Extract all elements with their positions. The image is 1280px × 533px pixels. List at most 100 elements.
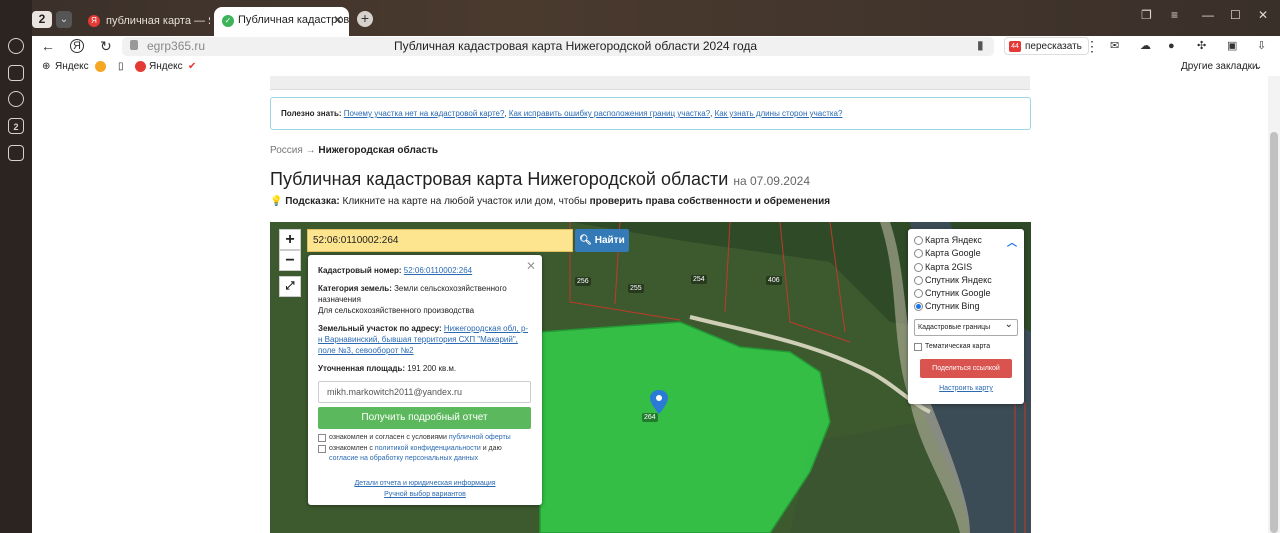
find-button[interactable]: 🔍︎ Найти [575,229,629,252]
other-bookmarks[interactable]: Другие закладки [1181,60,1258,73]
plot-label[interactable]: 256 [575,277,591,286]
more-icon[interactable]: ⋮ [1085,38,1099,54]
tab-egrp-active[interactable]: ✓ Публичная кадастров ✕ [214,7,349,36]
configure-map-link[interactable]: Настроить карту [914,385,1018,392]
layer-type-select[interactable]: Кадастровые границы [914,317,1018,336]
url-text[interactable]: egrp365.ru [147,39,205,53]
layer-option-bing-sat[interactable]: Спутник Bing [914,300,1018,313]
mail-icon[interactable]: ✉ [1110,38,1119,54]
agree-offer-checkbox[interactable]: ознакомлен и согласен с условиями публич… [318,433,532,443]
yandex-home-icon[interactable]: Я [70,39,84,53]
info-link-1[interactable]: Почему участка нет на кадастровой карте? [344,109,505,118]
layer-option-yandex-map[interactable]: Карта Яндекс [914,234,1018,247]
plot-label[interactable]: 254 [691,275,707,284]
back-icon[interactable]: ← [41,38,55,54]
radio-icon[interactable] [914,289,923,299]
page-heading: Публичная кадастровая карта Нижегородско… [270,169,810,190]
bookmark-check-icon[interactable]: ✔ [188,60,196,73]
tabs-chevron-icon[interactable]: ⌄ [56,11,72,28]
weather-icon[interactable]: ☁ [1140,38,1151,54]
browser-tab-bar: 2 ⌄ Я публичная карта — Яндекс ✓ Публичн… [0,0,1280,36]
lightbulb-icon: 💡 [270,196,283,207]
radio-icon[interactable] [914,249,923,259]
zoom-out-button[interactable]: − [279,250,301,271]
details-link[interactable]: Детали отчета и юридическая информация [354,480,495,487]
history-icon[interactable] [8,38,24,54]
translate-icon[interactable]: ▣ [1227,38,1237,54]
bookmark-dot-icon[interactable] [95,61,106,72]
agree-privacy-checkbox[interactable]: ознакомлен с политикой конфиденциальност… [318,444,532,464]
notes-icon[interactable] [8,65,24,81]
bookmark-page-icon[interactable]: ▯ [118,60,124,73]
cadastral-search-input[interactable]: 52:06:0110002:264 [307,229,573,252]
hint-label: Подсказка: [285,196,340,207]
checkbox-box[interactable] [318,445,326,453]
menu-icon[interactable]: ≡ [1171,8,1178,22]
minimize-icon[interactable]: — [1202,8,1214,22]
heading-date: на 07.09.2024 [733,174,811,188]
collections-icon[interactable]: ❐ [1141,8,1152,22]
category-use: Для сельскохозяйственного производства [318,306,475,315]
info-prefix: Полезно знать: [281,109,342,118]
bookmark-yandex-plus-icon[interactable]: ⊕ [42,60,50,73]
reload-icon[interactable]: ↻ [100,38,112,54]
close-window-icon[interactable]: ✕ [1258,8,1268,22]
alice-icon[interactable]: ● [1168,38,1175,54]
bookmark-yandex-icon [135,61,146,72]
radio-icon[interactable] [914,262,923,272]
thematic-map-checkbox[interactable]: Тематическая карта [914,342,1018,352]
cadastral-map[interactable]: 256 255 254 406 264 + − ⤢ 52:06:0110002:… [270,222,1031,533]
layer-label: Карта Яндекс [925,235,982,245]
radio-selected-icon[interactable] [914,302,923,312]
bookmark-icon[interactable]: ▮ [977,38,984,52]
layer-label: Карта Google [925,248,981,259]
share-link-button[interactable]: Поделиться ссылкой [920,358,1012,378]
checkbox-box[interactable] [914,342,922,351]
cad-link[interactable]: 52:06:0110002:264 [404,266,472,275]
category-label: Категория земель: [318,284,392,293]
close-tab-icon[interactable]: ✕ [333,7,343,34]
category-row: Категория земель: Земли сельскохозяйстве… [318,283,532,316]
bookmark-yandex-1[interactable]: Яндекс [55,60,89,73]
retell-button[interactable]: 44 пересказать [1004,37,1089,55]
breadcrumb-root[interactable]: Россия [270,145,303,156]
screenshot-icon[interactable] [8,145,24,161]
info-link-2[interactable]: Как исправить ошибку расположения границ… [509,109,710,118]
tab-yandex-search[interactable]: Я публичная карта — Яндекс [82,8,210,34]
consent-link[interactable]: согласие на обработку персональных данны… [329,455,478,462]
popup-links: Детали отчета и юридическая информация Р… [318,478,532,500]
scrollbar-thumb[interactable] [1270,132,1278,533]
fullscreen-icon[interactable]: ⤢ [279,276,301,297]
tab-count-side-icon[interactable]: 2 [8,118,24,134]
radio-icon[interactable] [914,275,923,285]
radio-icon[interactable] [914,236,923,245]
area-value: 191 200 кв.м. [407,364,457,373]
new-tab-icon[interactable]: + [357,11,373,27]
layer-option-2gis-map[interactable]: Карта 2GIS [914,261,1018,274]
map-pin-icon[interactable] [650,390,668,414]
plot-label[interactable]: 406 [766,276,782,285]
tab-count-badge[interactable]: 2 [32,11,52,28]
info-link-3[interactable]: Как узнать длины сторон участка? [715,109,843,118]
checkbox-box[interactable] [318,434,326,442]
layer-option-yandex-sat[interactable]: Спутник Яндекс [914,274,1018,287]
maximize-icon[interactable]: ☐ [1230,8,1241,22]
zoom-in-button[interactable]: + [279,229,301,250]
extensions-icon[interactable]: ✣ [1197,38,1206,54]
agree2-mid: и даю [482,445,502,452]
play-icon[interactable] [8,91,24,107]
layer-option-google-sat[interactable]: Спутник Google [914,287,1018,300]
offer-link[interactable]: публичной оферты [449,434,511,441]
plot-label[interactable]: 255 [628,284,644,293]
manual-choice-link[interactable]: Ручной выбор вариантов [384,491,466,498]
thematic-label: Тематическая карта [925,342,991,350]
chevron-down-icon: ⌄ [1254,61,1263,72]
email-field[interactable]: mikh.markowitch2011@yandex.ru [318,381,531,403]
close-icon[interactable]: ✕ [526,259,536,273]
download-icon[interactable]: ⇩ [1257,38,1266,54]
plot-label[interactable]: 264 [642,413,658,422]
layer-option-google-map[interactable]: Карта Google [914,247,1018,260]
bookmark-yandex-2[interactable]: Яндекс [149,60,183,73]
privacy-link[interactable]: политикой конфиденциальности [375,445,481,452]
get-report-button[interactable]: Получить подробный отчет [318,407,531,429]
